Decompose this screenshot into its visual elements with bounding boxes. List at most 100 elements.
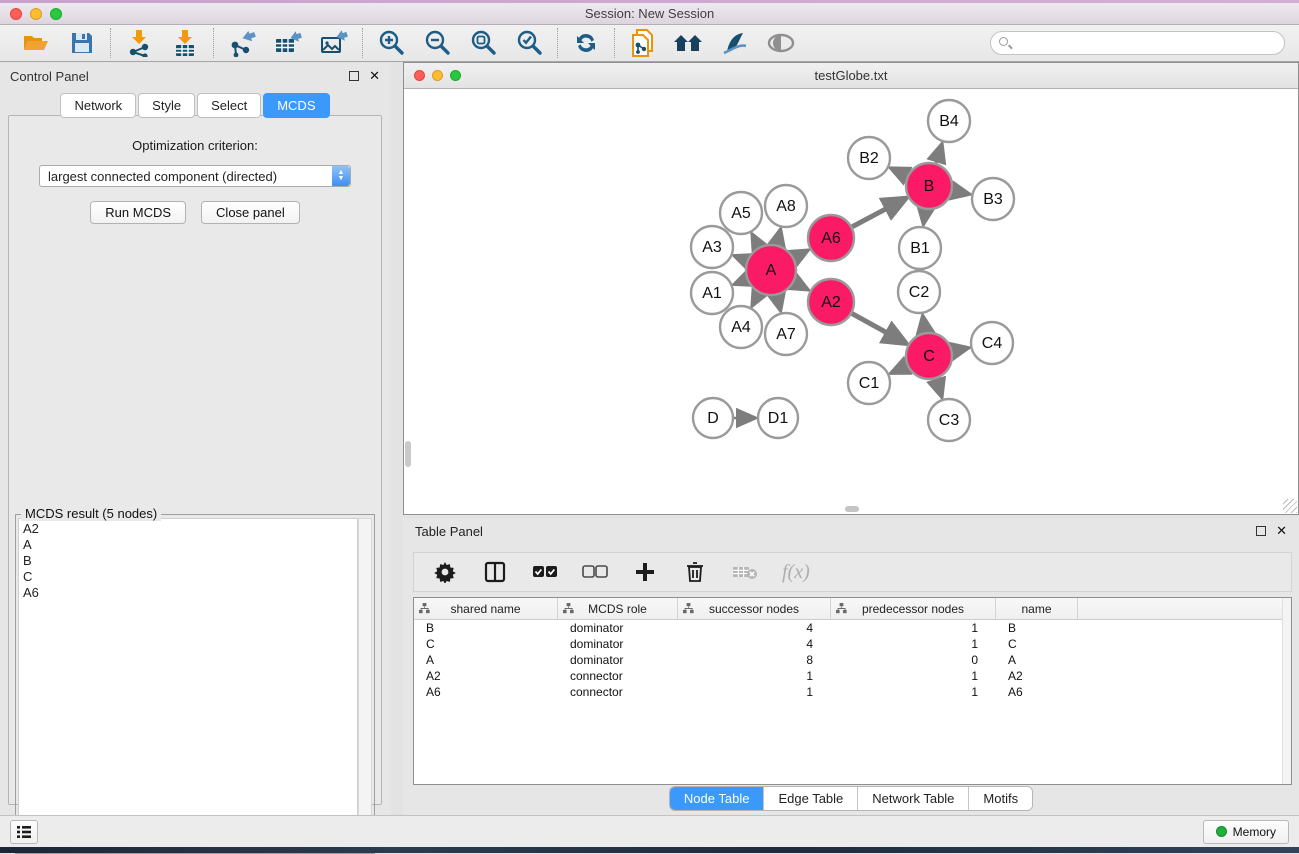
tab-edge-table[interactable]: Edge Table xyxy=(764,787,858,810)
tab-network-table[interactable]: Network Table xyxy=(858,787,969,810)
cell-predecessor-nodes[interactable]: 1 xyxy=(831,669,996,683)
cell-shared-name[interactable]: A xyxy=(414,653,558,667)
cell-MCDS-role[interactable]: connector xyxy=(558,685,678,699)
edge-A-A6[interactable] xyxy=(794,251,807,258)
delete-column-icon[interactable] xyxy=(682,559,708,585)
edge-A-A3[interactable] xyxy=(735,256,746,260)
first-neighbors-icon[interactable] xyxy=(673,28,705,58)
edge-A2-C[interactable] xyxy=(852,314,905,343)
edge-C-C2[interactable] xyxy=(923,317,925,333)
table-row[interactable]: A6connector11A6 xyxy=(414,684,1282,700)
close-panel-button[interactable]: Close panel xyxy=(201,201,300,224)
node-C2[interactable]: C2 xyxy=(898,271,940,313)
node-A4[interactable]: A4 xyxy=(720,306,762,348)
mcds-result-scrollbar[interactable] xyxy=(358,518,372,851)
mcds-result-item[interactable]: A xyxy=(23,537,353,553)
node-B1[interactable]: B1 xyxy=(899,227,941,269)
delete-table-icon[interactable] xyxy=(732,559,758,585)
cell-shared-name[interactable]: A2 xyxy=(414,669,558,683)
node-A7[interactable]: A7 xyxy=(765,313,807,355)
criterion-dropdown[interactable]: largest connected component (directed) ▲… xyxy=(39,165,351,187)
save-session-icon[interactable] xyxy=(66,28,98,58)
node-B4[interactable]: B4 xyxy=(928,100,970,142)
node-A8[interactable]: A8 xyxy=(765,185,807,227)
close-window-button[interactable] xyxy=(10,8,22,20)
cell-successor-nodes[interactable]: 1 xyxy=(678,685,831,699)
mcds-result-item[interactable]: A2 xyxy=(23,521,353,537)
cell-MCDS-role[interactable]: dominator xyxy=(558,637,678,651)
cell-successor-nodes[interactable]: 4 xyxy=(678,637,831,651)
column-header-successor-nodes[interactable]: successor nodes xyxy=(678,598,831,619)
edge-B-B3[interactable] xyxy=(953,191,969,194)
table-row[interactable]: A2connector11A2 xyxy=(414,668,1282,684)
memory-button[interactable]: Memory xyxy=(1203,820,1289,844)
edge-C-C1[interactable] xyxy=(892,366,907,373)
cell-predecessor-nodes[interactable]: 1 xyxy=(831,637,996,651)
zoom-out-icon[interactable] xyxy=(421,28,453,58)
edge-A-A2[interactable] xyxy=(794,282,807,289)
import-network-icon[interactable] xyxy=(123,28,155,58)
cell-shared-name[interactable]: C xyxy=(414,637,558,651)
cell-successor-nodes[interactable]: 8 xyxy=(678,653,831,667)
import-table-icon[interactable] xyxy=(169,28,201,58)
node-D[interactable]: D xyxy=(693,398,733,438)
column-header-name[interactable]: name xyxy=(996,598,1078,619)
settings-gear-icon[interactable] xyxy=(432,559,458,585)
node-A6[interactable]: A6 xyxy=(808,215,854,261)
run-mcds-button[interactable]: Run MCDS xyxy=(90,201,186,224)
tab-motifs[interactable]: Motifs xyxy=(969,787,1032,810)
table-row[interactable]: Adominator80A xyxy=(414,652,1282,668)
open-file-icon[interactable] xyxy=(20,28,52,58)
open-recent-network-icon[interactable] xyxy=(627,28,659,58)
edge-B-B4[interactable] xyxy=(936,145,942,163)
edge-A6-B[interactable] xyxy=(852,199,905,227)
network-horizontal-scrollbar[interactable] xyxy=(845,506,859,512)
node-C3[interactable]: C3 xyxy=(928,399,970,441)
network-close-button[interactable] xyxy=(414,70,425,81)
node-A[interactable]: A xyxy=(746,245,796,295)
network-vertical-scrollbar[interactable] xyxy=(405,441,411,467)
export-image-icon[interactable] xyxy=(318,28,350,58)
mcds-result-list[interactable]: A2ABCA6 xyxy=(18,518,358,851)
edge-B-B2[interactable] xyxy=(892,169,908,176)
edge-C-C3[interactable] xyxy=(936,379,941,396)
search-input[interactable] xyxy=(990,31,1285,55)
zoom-in-icon[interactable] xyxy=(375,28,407,58)
tab-network[interactable]: Network xyxy=(60,93,136,118)
function-builder-icon[interactable]: f(x) xyxy=(782,561,810,584)
edge-A-A7[interactable] xyxy=(777,295,780,309)
toggle-column-view-icon[interactable] xyxy=(482,559,508,585)
network-window-titlebar[interactable]: testGlobe.txt xyxy=(404,63,1298,89)
tab-mcds[interactable]: MCDS xyxy=(263,93,329,118)
table-vertical-scrollbar[interactable] xyxy=(1282,598,1291,784)
cell-name[interactable]: A6 xyxy=(996,685,1078,699)
node-D1[interactable]: D1 xyxy=(758,398,798,438)
mcds-result-item[interactable]: B xyxy=(23,553,353,569)
close-panel-icon[interactable]: ✕ xyxy=(369,71,380,81)
cell-name[interactable]: C xyxy=(996,637,1078,651)
cell-name[interactable]: A2 xyxy=(996,669,1078,683)
node-A3[interactable]: A3 xyxy=(691,226,733,268)
edge-A-A4[interactable] xyxy=(753,293,759,305)
zoom-window-button[interactable] xyxy=(50,8,62,20)
zoom-selected-icon[interactable] xyxy=(513,28,545,58)
column-header-predecessor-nodes[interactable]: predecessor nodes xyxy=(831,598,996,619)
node-A5[interactable]: A5 xyxy=(720,192,762,234)
show-task-history-button[interactable] xyxy=(10,820,38,844)
refresh-layout-icon[interactable] xyxy=(570,28,602,58)
export-network-icon[interactable] xyxy=(226,28,258,58)
tab-select[interactable]: Select xyxy=(197,93,261,118)
apply-style-icon[interactable] xyxy=(719,28,751,58)
tab-style[interactable]: Style xyxy=(138,93,195,118)
node-A1[interactable]: A1 xyxy=(691,272,733,314)
window-resize-grip[interactable] xyxy=(1283,499,1297,513)
node-B3[interactable]: B3 xyxy=(972,178,1014,220)
node-A2[interactable]: A2 xyxy=(808,279,854,325)
edge-A-A8[interactable] xyxy=(777,230,780,244)
cell-MCDS-role[interactable]: dominator xyxy=(558,621,678,635)
close-table-panel-icon[interactable]: ✕ xyxy=(1276,526,1287,536)
cell-MCDS-role[interactable]: connector xyxy=(558,669,678,683)
add-column-icon[interactable] xyxy=(632,559,658,585)
cell-name[interactable]: B xyxy=(996,621,1078,635)
network-canvas[interactable]: B4B2BB3B1A5A8A6A3AA1C2A2A4A7C4CC1C3DD1 xyxy=(405,89,1297,514)
